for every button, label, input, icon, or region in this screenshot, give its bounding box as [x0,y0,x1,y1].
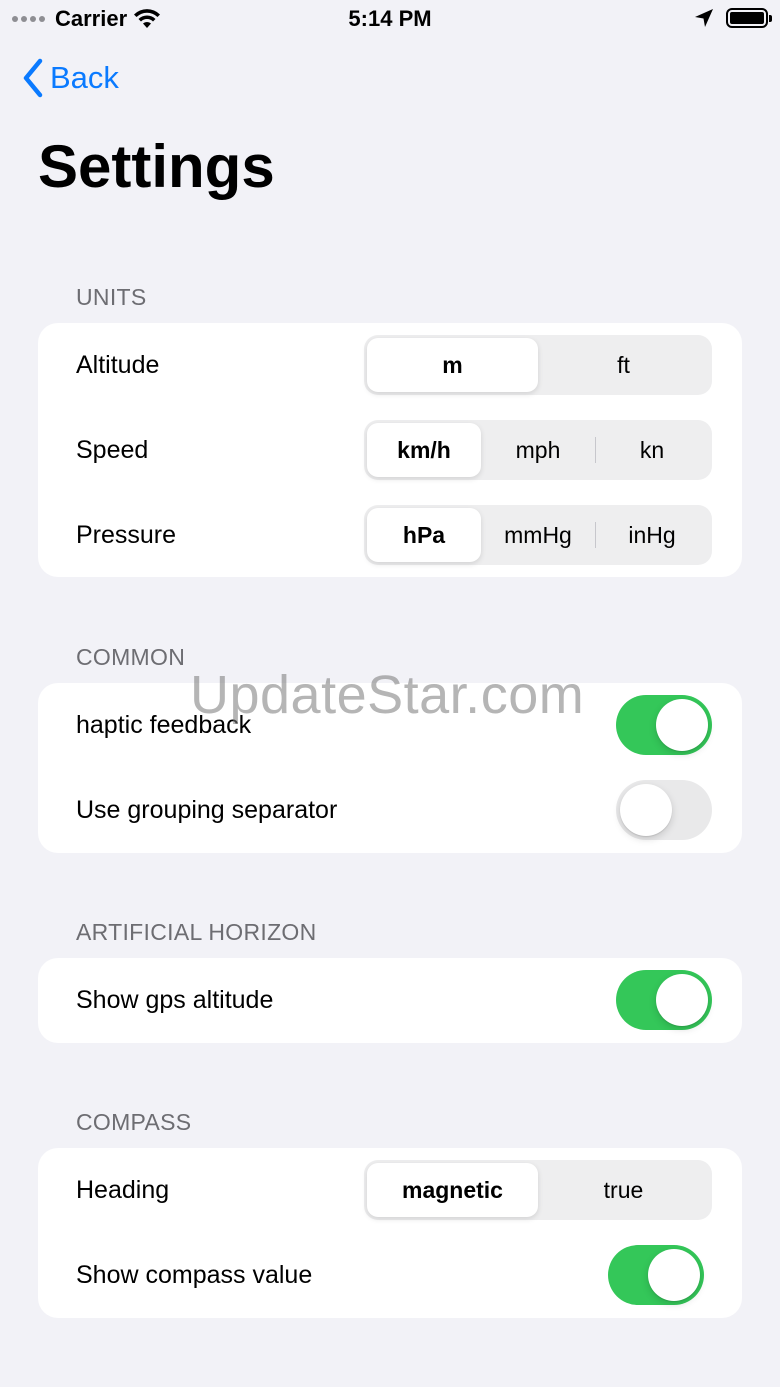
toggle-knob [656,974,708,1026]
horizon-card: Show gps altitude [38,958,742,1043]
status-bar: Carrier 5:14 PM [0,0,780,40]
chevron-left-icon [23,58,43,98]
speed-option-mph[interactable]: mph [481,423,595,477]
speed-option-kmh[interactable]: km/h [367,423,481,477]
haptic-label: haptic feedback [76,711,252,739]
speed-segmented-control[interactable]: km/h mph kn [364,420,712,480]
pressure-option-mmhg[interactable]: mmHg [481,508,595,562]
gps-altitude-row: Show gps altitude [38,958,742,1043]
section-header-horizon: ARTIFICIAL HORIZON [76,919,317,945]
haptic-toggle[interactable] [616,695,712,755]
battery-icon [726,8,772,28]
gps-altitude-toggle[interactable] [616,970,712,1030]
toggle-knob [620,784,672,836]
toggle-knob [656,699,708,751]
speed-option-kn[interactable]: kn [595,423,709,477]
gps-altitude-label: Show gps altitude [76,986,274,1014]
pressure-row: Pressure hPa mmHg inHg [38,493,742,578]
section-header-common: COMMON [76,644,186,670]
speed-row: Speed km/h mph kn [38,408,742,493]
page-title: Settings [38,133,275,200]
compass-value-label: Show compass value [76,1261,313,1289]
altitude-option-m[interactable]: m [367,338,538,392]
compass-value-toggle[interactable] [608,1245,704,1305]
heading-segmented-control[interactable]: magnetic true [364,1160,712,1220]
back-label: Back [50,60,119,95]
pressure-segmented-control[interactable]: hPa mmHg inHg [364,505,712,565]
altitude-label: Altitude [76,351,160,379]
altitude-row: Altitude m ft [38,323,742,408]
grouping-toggle[interactable] [616,780,712,840]
heading-option-magnetic[interactable]: magnetic [367,1163,538,1217]
pressure-label: Pressure [76,521,177,549]
common-card: haptic feedback Use grouping separator [38,683,742,853]
haptic-row: haptic feedback [38,683,742,768]
grouping-label: Use grouping separator [76,796,338,824]
heading-label: Heading [76,1176,170,1204]
grouping-row: Use grouping separator [38,768,742,853]
section-header-compass: COMPASS [76,1109,192,1135]
pressure-option-inhg[interactable]: inHg [595,508,709,562]
compass-card: Heading magnetic true Show compass value [38,1148,742,1318]
units-card: Altitude m ft Speed km/h mph kn Pressure… [38,323,742,577]
speed-label: Speed [76,436,149,464]
back-button[interactable]: Back [22,58,119,98]
altitude-segmented-control[interactable]: m ft [364,335,712,395]
altitude-option-ft[interactable]: ft [538,338,709,392]
heading-option-true[interactable]: true [538,1163,709,1217]
location-arrow-icon [695,9,713,27]
heading-row: Heading magnetic true [38,1148,742,1233]
toggle-knob [648,1249,700,1301]
status-time: 5:14 PM [348,6,432,31]
compass-value-row: Show compass value [38,1233,742,1318]
pressure-option-hpa[interactable]: hPa [367,508,481,562]
section-header-units: UNITS [76,284,147,310]
status-right [694,8,772,28]
